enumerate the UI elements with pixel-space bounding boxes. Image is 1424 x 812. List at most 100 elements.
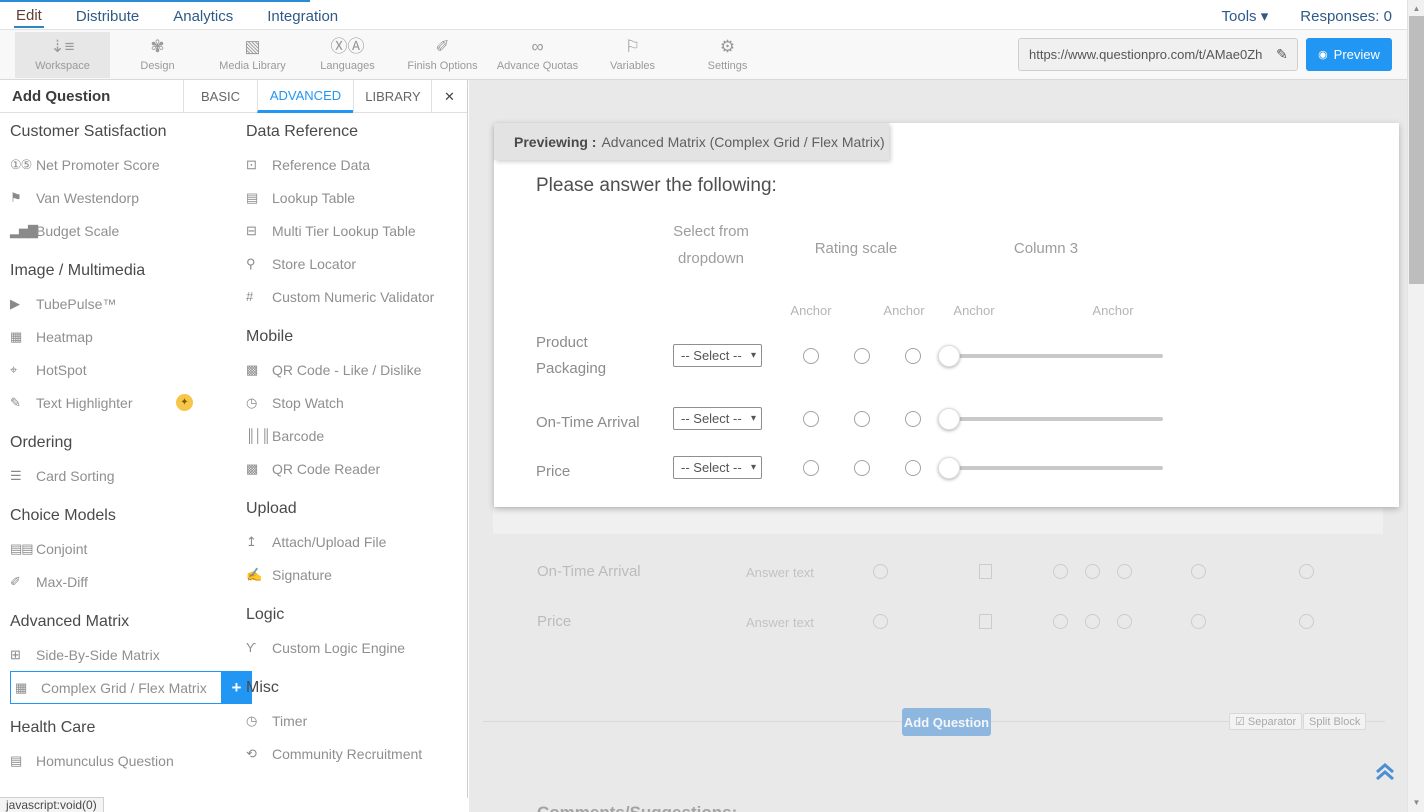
slider-thumb-on-time-arrival[interactable] xyxy=(938,408,960,430)
faded-radio xyxy=(1191,564,1206,579)
responses-count[interactable]: Responses: 0 xyxy=(1298,4,1394,27)
panel-item-stop-watch[interactable]: ◷Stop Watch xyxy=(246,386,467,419)
slider-thumb-price[interactable] xyxy=(938,457,960,479)
toolbar-item-label: Advance Quotas xyxy=(497,60,578,72)
tab-basic[interactable]: BASIC xyxy=(183,80,257,113)
nav-item-edit[interactable]: Edit xyxy=(14,3,44,28)
rating-radio-price-2[interactable] xyxy=(854,460,870,476)
rating-radio-on-time-arrival-2[interactable] xyxy=(854,411,870,427)
panel-item-label: HotSpot xyxy=(36,362,87,378)
panel-item-community-recruitment[interactable]: ⟲Community Recruitment xyxy=(246,737,467,770)
rating-radio-on-time-arrival-1[interactable] xyxy=(803,411,819,427)
panel-item-label: Homunculus Question xyxy=(36,753,174,769)
nav-item-analytics[interactable]: Analytics xyxy=(171,4,235,27)
row-dropdown-product-packaging[interactable]: -- Select --▾ xyxy=(673,344,762,367)
panel-item-timer[interactable]: ◷Timer xyxy=(246,704,467,737)
panel-item-homunculus-question[interactable]: ▤Homunculus Question xyxy=(10,744,238,777)
panel-item-side-by-side-matrix[interactable]: ⊞Side-By-Side Matrix xyxy=(10,638,238,671)
panel-item-label: Multi Tier Lookup Table xyxy=(272,223,416,239)
toolbar-item-media-library[interactable]: ▧Media Library xyxy=(205,32,300,78)
lookup-table-icon: ▤ xyxy=(246,190,272,206)
panel-item-custom-numeric-validator[interactable]: #Custom Numeric Validator xyxy=(246,280,467,313)
panel-item-qr-code-like-dislike[interactable]: ▩QR Code - Like / Dislike xyxy=(246,353,467,386)
panel-item-multi-tier-lookup-table[interactable]: ⊟Multi Tier Lookup Table xyxy=(246,214,467,247)
dropdown-selected-value: -- Select -- xyxy=(681,460,742,475)
panel-item-attach-upload-file[interactable]: ↥Attach/Upload File xyxy=(246,525,467,558)
toolbar-item-finish-options[interactable]: ✐Finish Options xyxy=(395,32,490,78)
panel-item-label: Custom Numeric Validator xyxy=(272,289,434,305)
close-icon[interactable]: ✕ xyxy=(431,80,467,113)
faded-radio xyxy=(1117,614,1132,629)
panel-item-max-diff[interactable]: ✐Max-Diff xyxy=(10,565,238,598)
panel-item-qr-code-reader[interactable]: ▩QR Code Reader xyxy=(246,452,467,485)
row-dropdown-price[interactable]: -- Select --▾ xyxy=(673,456,762,479)
tab-advanced[interactable]: ADVANCED xyxy=(257,80,353,113)
panel-item-conjoint[interactable]: ▤▤Conjoint xyxy=(10,532,238,565)
scrollbar-down-arrow[interactable]: ▼ xyxy=(1408,796,1424,810)
faded-radio xyxy=(1053,614,1068,629)
matrix-column-header-3: Column 3 xyxy=(986,235,1106,262)
toolbar-item-design[interactable]: ✾Design xyxy=(110,32,205,78)
nav-item-distribute[interactable]: Distribute xyxy=(74,4,141,27)
panel-item-complex-grid-flex-matrix[interactable]: ▦Complex Grid / Flex Matrix+ xyxy=(10,671,222,704)
panel-item-lookup-table[interactable]: ▤Lookup Table xyxy=(246,181,467,214)
chevron-down-icon: ▾ xyxy=(751,413,756,424)
add-question-button[interactable]: Add Question xyxy=(902,708,991,736)
separator-toggle-button[interactable]: ☑ Separator xyxy=(1229,713,1302,730)
rating-radio-product-packaging-3[interactable] xyxy=(905,348,921,364)
panel-columns: Customer Satisfaction①⑤Net Promoter Scor… xyxy=(0,113,467,798)
section-title-logic: Logic xyxy=(246,606,467,624)
slider-thumb-product-packaging[interactable] xyxy=(938,345,960,367)
toolbar-item-settings[interactable]: ⚙Settings xyxy=(680,32,775,78)
panel-item-hotspot[interactable]: ⌖HotSpot xyxy=(10,353,238,386)
toolbar-item-label: Variables xyxy=(610,60,655,72)
nav-item-integration[interactable]: Integration xyxy=(265,4,340,27)
toolbar-items: ⇣≡Workspace✾Design▧Media LibraryⓍⒶLangua… xyxy=(15,32,775,78)
faded-radio xyxy=(1299,614,1314,629)
row-dropdown-on-time-arrival[interactable]: -- Select --▾ xyxy=(673,407,762,430)
panel-item-label: Net Promoter Score xyxy=(36,157,160,173)
toolbar-item-languages[interactable]: ⓍⒶLanguages xyxy=(300,32,395,78)
add-question-panel: Add Question BASIC ADVANCED LIBRARY ✕ Cu… xyxy=(0,80,468,798)
panel-item-reference-data[interactable]: ⊡Reference Data xyxy=(246,148,467,181)
scrollbar-up-arrow[interactable]: ▲ xyxy=(1408,2,1424,16)
rating-radio-product-packaging-2[interactable] xyxy=(854,348,870,364)
toolbar-item-advance-quotas[interactable]: ∞Advance Quotas xyxy=(490,32,585,78)
split-block-button[interactable]: Split Block xyxy=(1303,713,1366,730)
panel-item-label: Max-Diff xyxy=(36,574,88,590)
anchor-label-4: Anchor xyxy=(1092,303,1133,318)
survey-url-input[interactable] xyxy=(1019,47,1267,62)
scrollbar-thumb[interactable] xyxy=(1409,16,1424,284)
panel-item-label: Attach/Upload File xyxy=(272,534,386,550)
upload-icon: ↥ xyxy=(246,534,272,550)
preview-button[interactable]: ◉ Preview xyxy=(1306,38,1392,71)
rating-radio-on-time-arrival-3[interactable] xyxy=(905,411,921,427)
scroll-to-top-icon[interactable] xyxy=(1374,762,1396,787)
panel-item-heatmap[interactable]: ▦Heatmap xyxy=(10,320,238,353)
panel-item-signature[interactable]: ✍Signature xyxy=(246,558,467,591)
panel-item-label: Side-By-Side Matrix xyxy=(36,647,160,663)
toolbar-item-variables[interactable]: ⚐Variables xyxy=(585,32,680,78)
panel-item-van-westendorp[interactable]: ⚑Van Westendorp xyxy=(10,181,238,214)
top-nav-items: Edit Distribute Analytics Integration xyxy=(14,0,340,30)
section-title-health-care: Health Care xyxy=(10,719,238,737)
panel-item-text-highlighter[interactable]: ✎Text Highlighter✦ xyxy=(10,386,238,419)
panel-item-budget-scale[interactable]: ▂▅▇Budget Scale xyxy=(10,214,238,247)
panel-item-custom-logic-engine[interactable]: ϒCustom Logic Engine xyxy=(246,631,467,664)
toolbar-item-workspace[interactable]: ⇣≡Workspace xyxy=(15,32,110,78)
panel-item-barcode[interactable]: ║│║Barcode xyxy=(246,419,467,452)
tools-menu[interactable]: Tools ▾ xyxy=(1220,3,1271,27)
rating-radio-product-packaging-1[interactable] xyxy=(803,348,819,364)
panel-item-net-promoter-score[interactable]: ①⑤Net Promoter Score xyxy=(10,148,238,181)
design-icon: ✾ xyxy=(150,38,164,58)
panel-item-label: Conjoint xyxy=(36,541,87,557)
panel-item-store-locator[interactable]: ⚲Store Locator xyxy=(246,247,467,280)
panel-item-tubepulse[interactable]: ▶TubePulse™ xyxy=(10,287,238,320)
homunculus-icon: ▤ xyxy=(10,753,36,769)
panel-item-card-sorting[interactable]: ☰Card Sorting xyxy=(10,459,238,492)
rating-radio-price-3[interactable] xyxy=(905,460,921,476)
tab-library[interactable]: LIBRARY xyxy=(353,80,432,113)
rating-radio-price-1[interactable] xyxy=(803,460,819,476)
section-title-image-multimedia: Image / Multimedia xyxy=(10,262,238,280)
edit-url-pencil-icon[interactable]: ✎ xyxy=(1267,46,1297,63)
